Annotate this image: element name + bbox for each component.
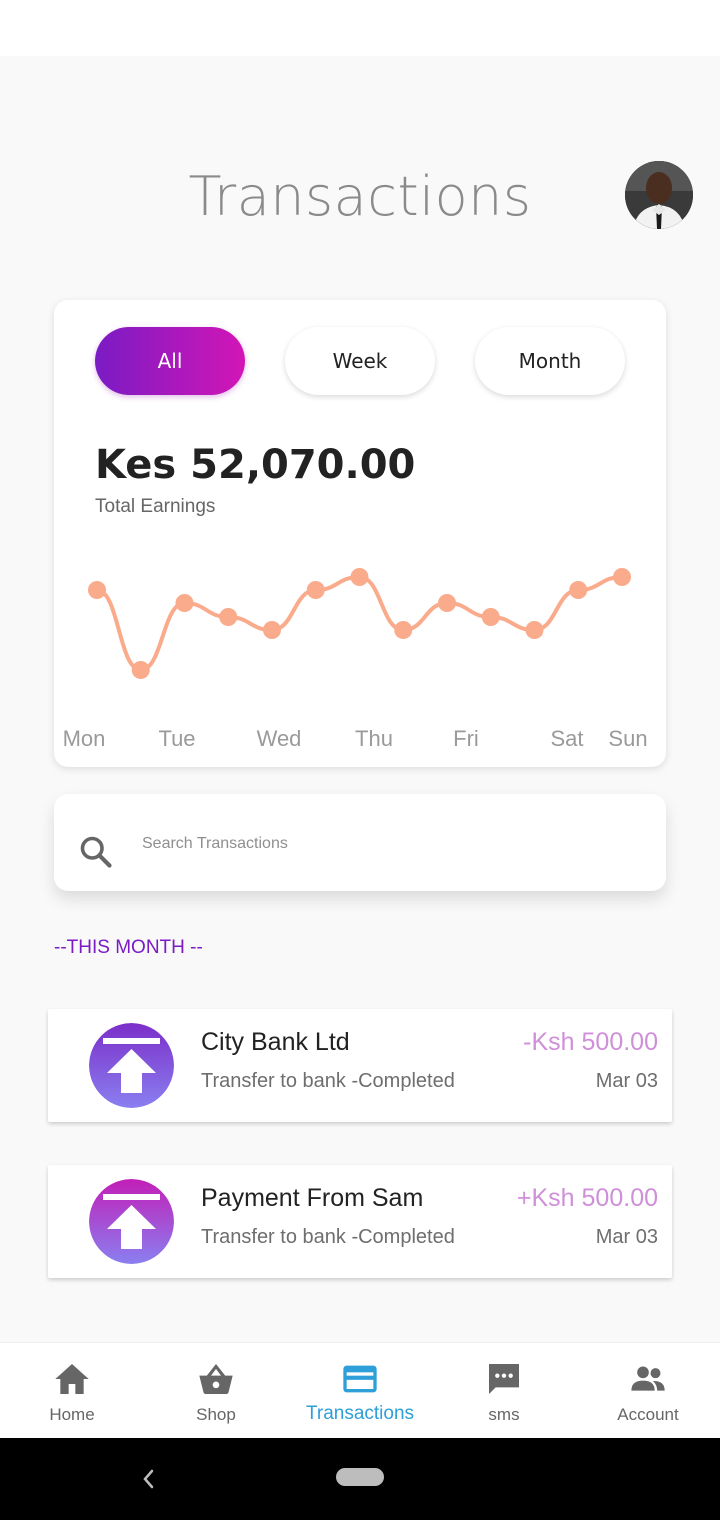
chart-x-label: Thu — [355, 726, 393, 751]
system-nav-bar — [0, 1438, 720, 1520]
transaction-description: Transfer to bank -Completed — [201, 1070, 455, 1092]
transaction-item[interactable]: City Bank Ltd Transfer to bank -Complete… — [48, 1009, 672, 1122]
home-gesture-pill[interactable] — [336, 1468, 384, 1486]
chart-x-label: Sun — [608, 726, 647, 751]
chart-x-label: Tue — [158, 726, 195, 751]
chart-point — [131, 661, 150, 679]
back-icon[interactable] — [138, 1466, 158, 1492]
chart-point — [438, 594, 456, 612]
basket-icon — [199, 1364, 233, 1394]
chart-point — [394, 621, 413, 639]
chart-point — [481, 608, 500, 626]
nav-label-sms: sms — [488, 1405, 520, 1424]
earnings-line-chart: Mon Tue Wed Thu Fri Sat Sun — [63, 568, 648, 751]
earnings-card: All Week Month Kes 52,070.00 Total Earni… — [54, 300, 666, 767]
chart-point — [88, 581, 106, 599]
transaction-item[interactable]: Payment From Sam Transfer to bank -Compl… — [48, 1165, 672, 1278]
nav-label-shop: Shop — [196, 1405, 236, 1424]
home-icon — [55, 1364, 89, 1394]
search-box[interactable] — [54, 794, 666, 891]
search-input[interactable] — [142, 824, 622, 864]
transaction-date: Mar 03 — [595, 1070, 658, 1092]
upload-icon — [89, 1023, 174, 1108]
chart-point — [525, 621, 544, 639]
search-icon[interactable] — [78, 834, 114, 870]
chart-point — [569, 581, 588, 599]
chart-point — [175, 594, 194, 612]
nav-account[interactable]: Account — [576, 1343, 720, 1439]
chart-point — [263, 621, 281, 639]
section-label: --THIS MONTH -- — [54, 937, 203, 958]
nav-label-home: Home — [49, 1405, 95, 1424]
bottom-nav: Home Shop Transactions sms Account — [0, 1342, 720, 1438]
avatar-photo-icon — [625, 161, 693, 229]
nav-shop[interactable]: Shop — [144, 1343, 288, 1439]
nav-home[interactable]: Home — [0, 1343, 144, 1439]
chart-point — [350, 568, 369, 586]
chart-series-line — [96, 575, 623, 672]
chart-point — [306, 581, 325, 599]
chart-x-label: Sat — [550, 726, 583, 751]
nav-label-transactions: Transactions — [305, 1403, 415, 1424]
chart-x-label: Mon — [63, 726, 106, 751]
nav-label-account: Account — [617, 1405, 679, 1424]
upload-icon — [89, 1179, 174, 1264]
nav-transactions[interactable]: Transactions — [288, 1343, 432, 1439]
card-icon — [343, 1365, 377, 1393]
chat-icon — [489, 1364, 519, 1394]
transaction-name: Payment From Sam — [201, 1184, 424, 1212]
chart-point — [219, 608, 238, 626]
page-title: Transactions — [188, 165, 532, 228]
chart-point — [613, 568, 631, 586]
transaction-amount: +Ksh 500.00 — [516, 1184, 658, 1212]
people-icon — [631, 1366, 665, 1391]
chart-x-label: Fri — [453, 726, 479, 751]
avatar[interactable] — [625, 161, 693, 229]
transaction-amount: -Ksh 500.00 — [523, 1028, 658, 1056]
nav-sms[interactable]: sms — [432, 1343, 576, 1439]
transaction-name: City Bank Ltd — [201, 1028, 350, 1056]
transaction-date: Mar 03 — [595, 1226, 658, 1248]
transaction-description: Transfer to bank -Completed — [201, 1226, 455, 1248]
status-bar — [0, 0, 720, 56]
chart-x-label: Wed — [257, 726, 302, 751]
